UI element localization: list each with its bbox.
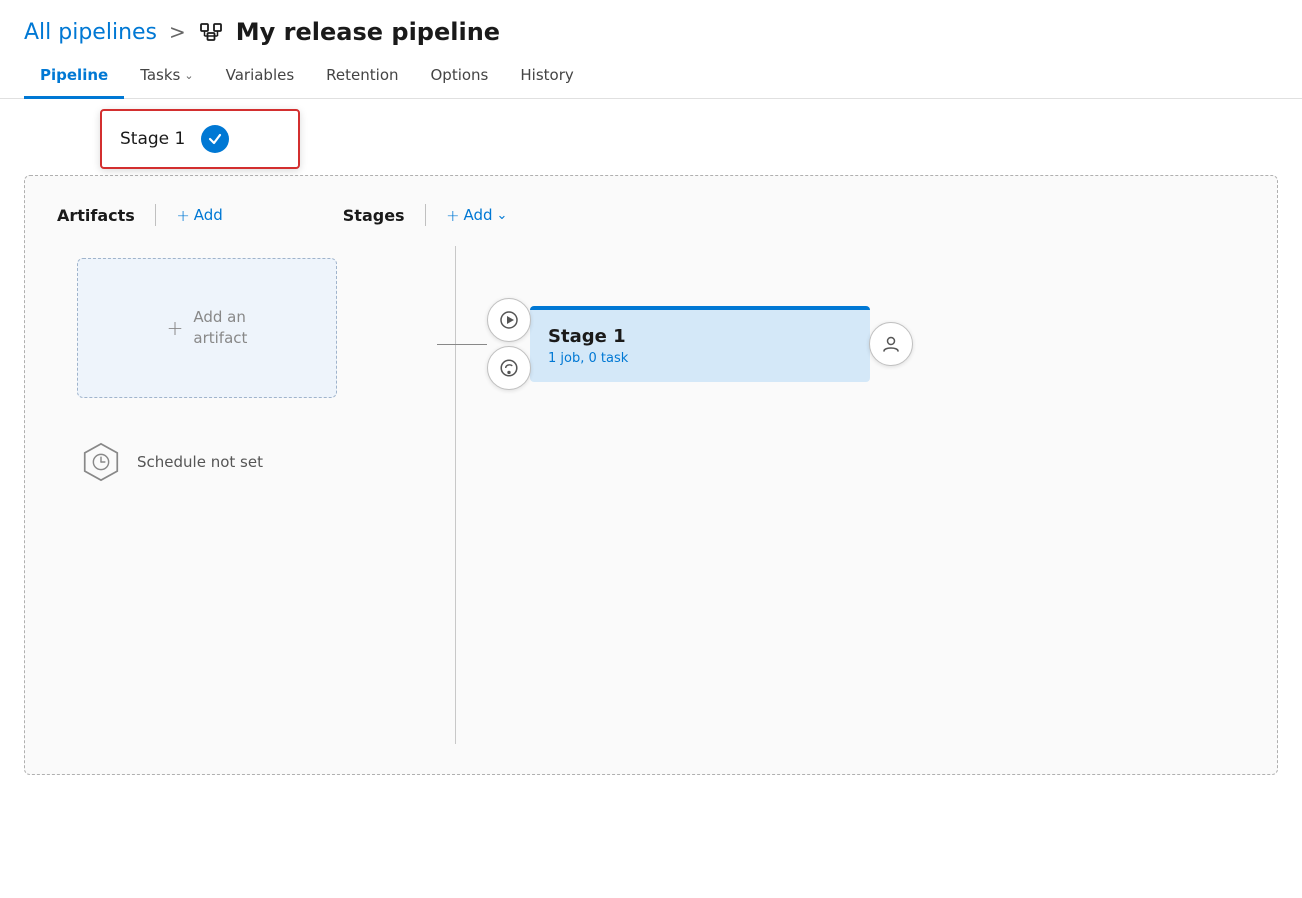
artifacts-label: Artifacts	[57, 206, 135, 225]
page-title: My release pipeline	[236, 18, 500, 46]
artifacts-divider	[155, 204, 157, 226]
schedule-box[interactable]: Schedule not set	[77, 438, 427, 486]
schedule-icon	[77, 438, 125, 486]
stage-card-title: Stage 1	[548, 326, 852, 347]
stage-popup[interactable]: Stage 1	[100, 109, 300, 169]
add-artifact-box[interactable]: + Add an artifact	[77, 258, 337, 398]
canvas-columns: + Add an artifact	[57, 258, 1245, 486]
artifacts-add-button[interactable]: + Add	[176, 206, 222, 225]
stage-popup-check-icon	[201, 125, 229, 153]
connector-line	[437, 344, 487, 345]
breadcrumb-link[interactable]: All pipelines	[24, 20, 157, 45]
tabs-bar: Pipeline Tasks ⌄ Variables Retention Opt…	[0, 56, 1302, 99]
add-artifact-plus-icon: +	[167, 316, 184, 340]
stages-section-header: Stages + Add ⌄	[343, 204, 508, 226]
artifacts-plus-icon: +	[176, 206, 189, 225]
stages-column: Stage 1 1 job, 0 task	[447, 258, 1245, 486]
stage-trigger-icon[interactable]	[487, 298, 531, 342]
stage-card-wrapper: Stage 1 1 job, 0 task	[487, 298, 1245, 390]
stage-pre-deploy-icon[interactable]	[487, 346, 531, 390]
stage-approver-icon[interactable]	[869, 322, 913, 366]
breadcrumb-separator: >	[169, 20, 186, 44]
stage-card[interactable]: Stage 1 1 job, 0 task	[530, 306, 870, 382]
stages-divider	[425, 204, 427, 226]
page-header: All pipelines > My release pipeline	[0, 0, 1302, 46]
stage-card-subtitle: 1 job, 0 task	[548, 351, 852, 366]
tab-options[interactable]: Options	[415, 56, 505, 99]
stages-add-label: Add	[463, 206, 492, 224]
tab-tasks[interactable]: Tasks ⌄	[124, 56, 209, 99]
stages-plus-icon: +	[446, 206, 459, 225]
pipeline-main: Stage 1 Artifacts + Add Stages	[0, 99, 1302, 799]
artifacts-column: + Add an artifact	[57, 258, 447, 486]
stages-add-button[interactable]: + Add ⌄	[446, 206, 507, 225]
stage-left-icons	[487, 298, 531, 390]
tab-history[interactable]: History	[504, 56, 589, 99]
stages-label: Stages	[343, 206, 405, 225]
tab-variables[interactable]: Variables	[210, 56, 311, 99]
artifacts-section-header: Artifacts + Add	[57, 204, 223, 226]
tasks-chevron-icon: ⌄	[184, 69, 193, 82]
canvas-headers: Artifacts + Add Stages + Add ⌄	[57, 204, 1245, 226]
stage-popup-label: Stage 1	[120, 129, 185, 149]
tab-retention[interactable]: Retention	[310, 56, 414, 99]
add-artifact-text: Add an artifact	[193, 307, 247, 349]
pipeline-icon	[198, 19, 224, 45]
pipeline-canvas: Artifacts + Add Stages + Add ⌄	[24, 175, 1278, 775]
artifacts-add-label: Add	[194, 206, 223, 224]
schedule-label: Schedule not set	[137, 452, 263, 473]
tab-pipeline[interactable]: Pipeline	[24, 56, 124, 99]
stages-add-chevron-icon: ⌄	[497, 208, 508, 223]
